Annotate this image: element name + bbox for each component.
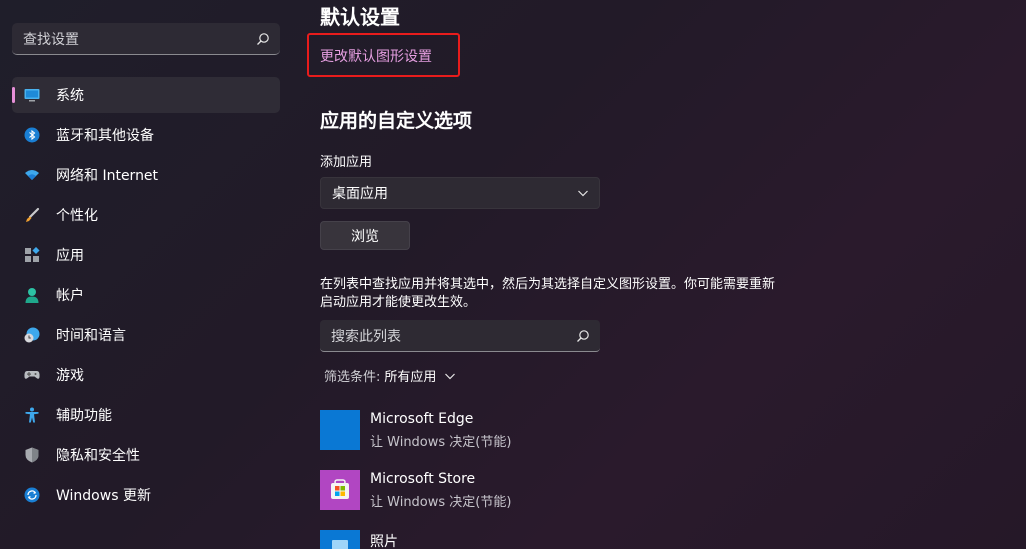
- sidebar-item-network[interactable]: 网络和 Internet: [12, 157, 280, 193]
- sidebar-item-label: 蓝牙和其他设备: [56, 128, 154, 144]
- brush-icon: [26, 207, 40, 222]
- sidebar-item-label: Windows 更新: [56, 488, 151, 504]
- default-settings-heading: 默认设置: [320, 5, 400, 29]
- sidebar-item-label: 帐户: [56, 288, 84, 304]
- active-indicator: [12, 87, 15, 103]
- change-default-graphics-link[interactable]: 更改默认图形设置: [320, 46, 432, 66]
- search-icon[interactable]: [576, 329, 590, 343]
- settings-search-placeholder: 查找设置: [23, 31, 79, 48]
- update-icon: [24, 487, 40, 503]
- filter-dropdown[interactable]: 筛选条件: 所有应用: [324, 366, 456, 385]
- app-list-item-photos[interactable]: 照片: [320, 530, 720, 549]
- sidebar-item-time-language[interactable]: 时间和语言: [12, 317, 280, 353]
- edge-icon: [320, 410, 360, 450]
- sidebar-item-label: 游戏: [56, 368, 84, 384]
- sidebar-item-gaming[interactable]: 游戏: [12, 357, 280, 393]
- add-app-label: 添加应用: [320, 155, 373, 170]
- filter-value: 所有应用: [384, 370, 437, 385]
- sidebar-item-label: 应用: [56, 248, 84, 264]
- bluetooth-icon: [24, 127, 40, 143]
- sidebar-item-windows-update[interactable]: Windows 更新: [12, 477, 280, 513]
- sidebar-item-privacy[interactable]: 隐私和安全性: [12, 437, 280, 473]
- sidebar: 查找设置 系统 蓝牙和其他设备 网络和 Internet 个性化 应用 帐户 时…: [0, 0, 295, 549]
- chevron-down-icon: [445, 373, 456, 379]
- sidebar-item-label: 时间和语言: [56, 328, 126, 344]
- main-content: 默认设置 更改默认图形设置 应用的自定义选项 添加应用 桌面应用 浏览 在列表中…: [320, 0, 1026, 549]
- sidebar-item-label: 辅助功能: [56, 408, 112, 424]
- sidebar-item-accounts[interactable]: 帐户: [12, 277, 280, 313]
- app-graphics-status: 让 Windows 决定(节能): [370, 495, 512, 510]
- sidebar-item-accessibility[interactable]: 辅助功能: [12, 397, 280, 433]
- search-icon[interactable]: [256, 32, 270, 46]
- sidebar-item-label: 网络和 Internet: [56, 168, 159, 184]
- clock-globe-icon: [24, 327, 40, 343]
- accessibility-icon: [25, 407, 39, 423]
- app-list-item-store[interactable]: Microsoft Store 让 Windows 决定(节能): [320, 470, 720, 510]
- shield-icon: [25, 447, 39, 463]
- sidebar-item-system[interactable]: 系统: [12, 77, 280, 113]
- sidebar-item-label: 系统: [56, 88, 84, 104]
- custom-options-heading: 应用的自定义选项: [320, 110, 473, 132]
- wifi-icon: [25, 170, 39, 180]
- filter-label: 筛选条件:: [324, 370, 381, 385]
- gamepad-icon: [24, 371, 40, 379]
- store-icon: [320, 470, 360, 510]
- browse-button[interactable]: 浏览: [320, 221, 410, 250]
- sidebar-item-label: 隐私和安全性: [56, 448, 140, 464]
- apps-icon: [25, 247, 40, 262]
- chevron-down-icon: [578, 190, 588, 197]
- app-list-description: 在列表中查找应用并将其选中，然后为其选择自定义图形设置。你可能需要重新启动应用才…: [320, 277, 776, 310]
- app-list-item-edge[interactable]: Microsoft Edge 让 Windows 决定(节能): [320, 410, 720, 450]
- app-name: Microsoft Edge: [370, 411, 474, 427]
- app-name: Microsoft Store: [370, 471, 476, 487]
- app-type-value: 桌面应用: [332, 186, 388, 202]
- sidebar-item-personalization[interactable]: 个性化: [12, 197, 280, 233]
- app-name: 照片: [370, 534, 398, 549]
- person-icon: [25, 288, 39, 303]
- app-list-search-placeholder: 搜索此列表: [331, 328, 401, 345]
- settings-search-box[interactable]: 查找设置: [12, 23, 280, 55]
- app-graphics-status: 让 Windows 决定(节能): [370, 435, 512, 450]
- sidebar-item-apps[interactable]: 应用: [12, 237, 280, 273]
- app-type-dropdown[interactable]: 桌面应用: [320, 177, 600, 209]
- sidebar-item-label: 个性化: [56, 208, 98, 224]
- monitor-icon: [24, 89, 40, 102]
- app-list-search-box[interactable]: 搜索此列表: [320, 320, 600, 352]
- sidebar-item-bluetooth[interactable]: 蓝牙和其他设备: [12, 117, 280, 153]
- photos-icon: [320, 530, 360, 549]
